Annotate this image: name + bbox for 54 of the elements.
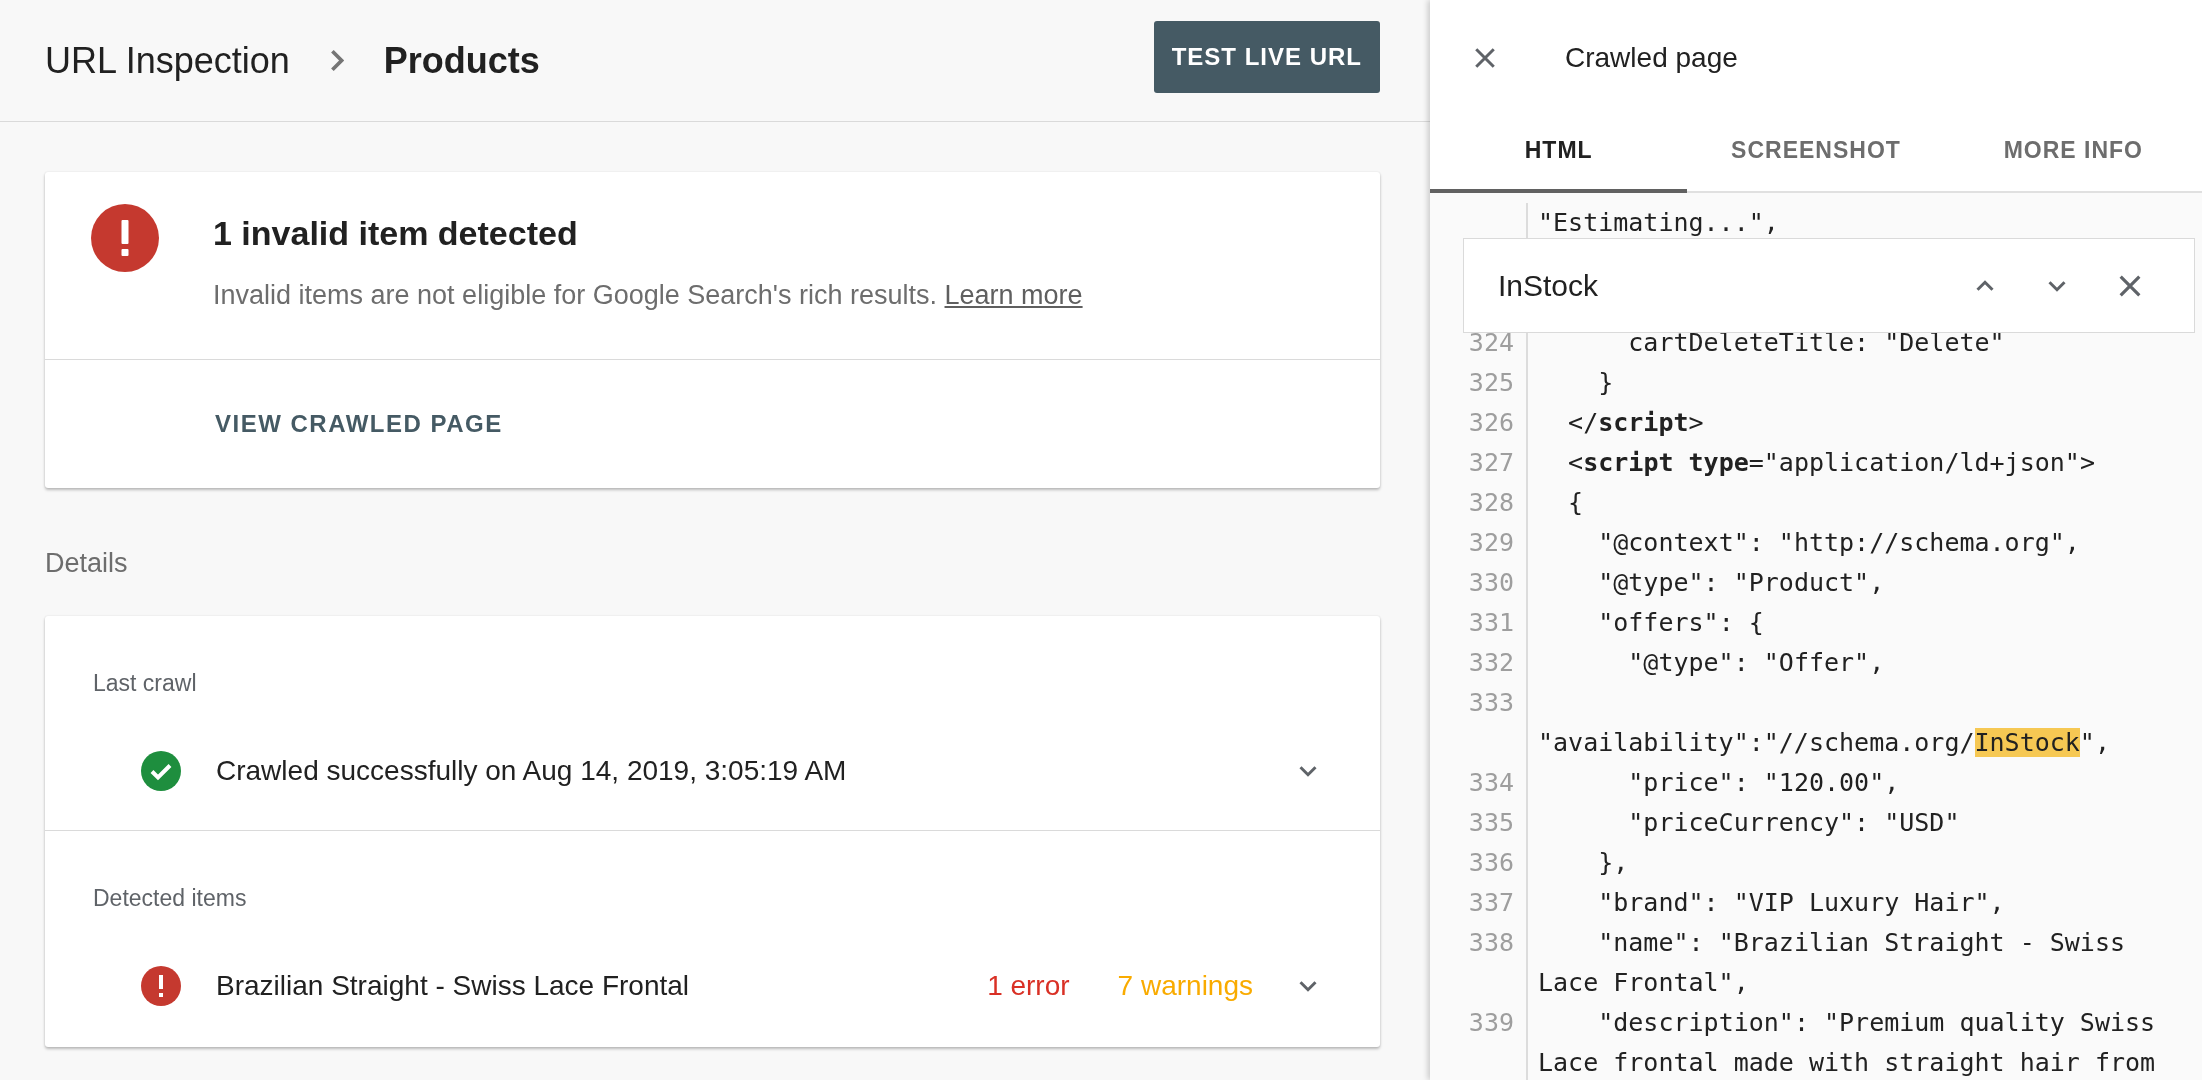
warning-count: 7 warnings (1117, 970, 1253, 1002)
error-icon (91, 204, 159, 272)
line-number: 334 (1430, 763, 1528, 803)
line-number: 325 (1430, 363, 1528, 403)
card-description: Invalid items are not eligible for Google Search's rich results. (213, 280, 937, 310)
code-line: "description": "Premium quality Swiss Lace frontal made with straight hair from (1537, 1007, 2157, 1079)
error-count: 1 error (987, 970, 1070, 1002)
line-number: 335 (1430, 803, 1528, 843)
code-line: "@type": "Offer", (1627, 647, 1886, 679)
page-title: Products (383, 39, 540, 82)
line-number: 333 (1430, 683, 1528, 763)
code-line: "availability":"//schema.org/InStock", (1537, 727, 2111, 759)
code-line: cartDeleteTitle: "Delete" (1627, 327, 2006, 359)
code-line: "@context": "http://schema.org", (1597, 527, 2081, 559)
line-number: 328 (1430, 483, 1528, 523)
code-line: } (1597, 367, 1615, 399)
card-title: 1 invalid item detected (213, 214, 579, 253)
learn-more-link[interactable]: Learn more (944, 280, 1083, 310)
line-number: 338 (1430, 923, 1528, 1003)
code-line: "name": "Brazilian Straight - Swiss Lace Frontal", (1537, 927, 2126, 999)
view-crawled-page-button[interactable]: VIEW CRAWLED PAGE (207, 404, 511, 444)
panel-title: Crawled page (1565, 41, 1738, 74)
line-number: 330 (1430, 563, 1528, 603)
crawl-status-text: Crawled successfully on Aug 14, 2019, 3:05:19 AM (216, 755, 848, 787)
section-heading: Detected items (93, 885, 248, 912)
tab[interactable]: MORE INFO (1944, 111, 2202, 193)
section-label: Details (45, 548, 129, 579)
chevron-right-icon (329, 49, 344, 72)
code-line: </script> (1567, 407, 1705, 439)
code-line: "@type": "Product", (1597, 567, 1886, 599)
line-number: 332 (1430, 643, 1528, 683)
code-line: "Estimating...", (1537, 207, 1780, 239)
line-number: 339 (1430, 1003, 1528, 1080)
line-number: 336 (1430, 843, 1528, 883)
error-icon (141, 966, 181, 1006)
code-line: <script type="application/ld+json"> (1567, 447, 2096, 479)
line-number: 327 (1430, 443, 1528, 483)
breadcrumb-link[interactable]: URL Inspection (45, 39, 290, 82)
line-number: 331 (1430, 603, 1528, 643)
code-line: }, (1597, 847, 1630, 879)
code-line: { (1567, 487, 1585, 519)
code-line: "offers": { (1597, 607, 1765, 639)
check-circle-icon (141, 751, 181, 791)
test-live-url-button[interactable]: TEST LIVE URL (1153, 20, 1380, 93)
code-line: "price": "120.00", (1627, 767, 1901, 799)
tab[interactable]: SCREENSHOT (1687, 111, 1945, 193)
code-line: "priceCurrency": "USD" (1627, 807, 1961, 839)
search-field[interactable]: InStock (1464, 267, 1928, 304)
line-number: 329 (1430, 523, 1528, 563)
line-number: 326 (1430, 403, 1528, 443)
code-line: "brand": "VIP Luxury Hair", (1597, 887, 2006, 919)
line-number: 337 (1430, 883, 1528, 923)
section-heading: Last crawl (93, 670, 198, 697)
item-name: Brazilian Straight - Swiss Lace Frontal (216, 970, 691, 1002)
